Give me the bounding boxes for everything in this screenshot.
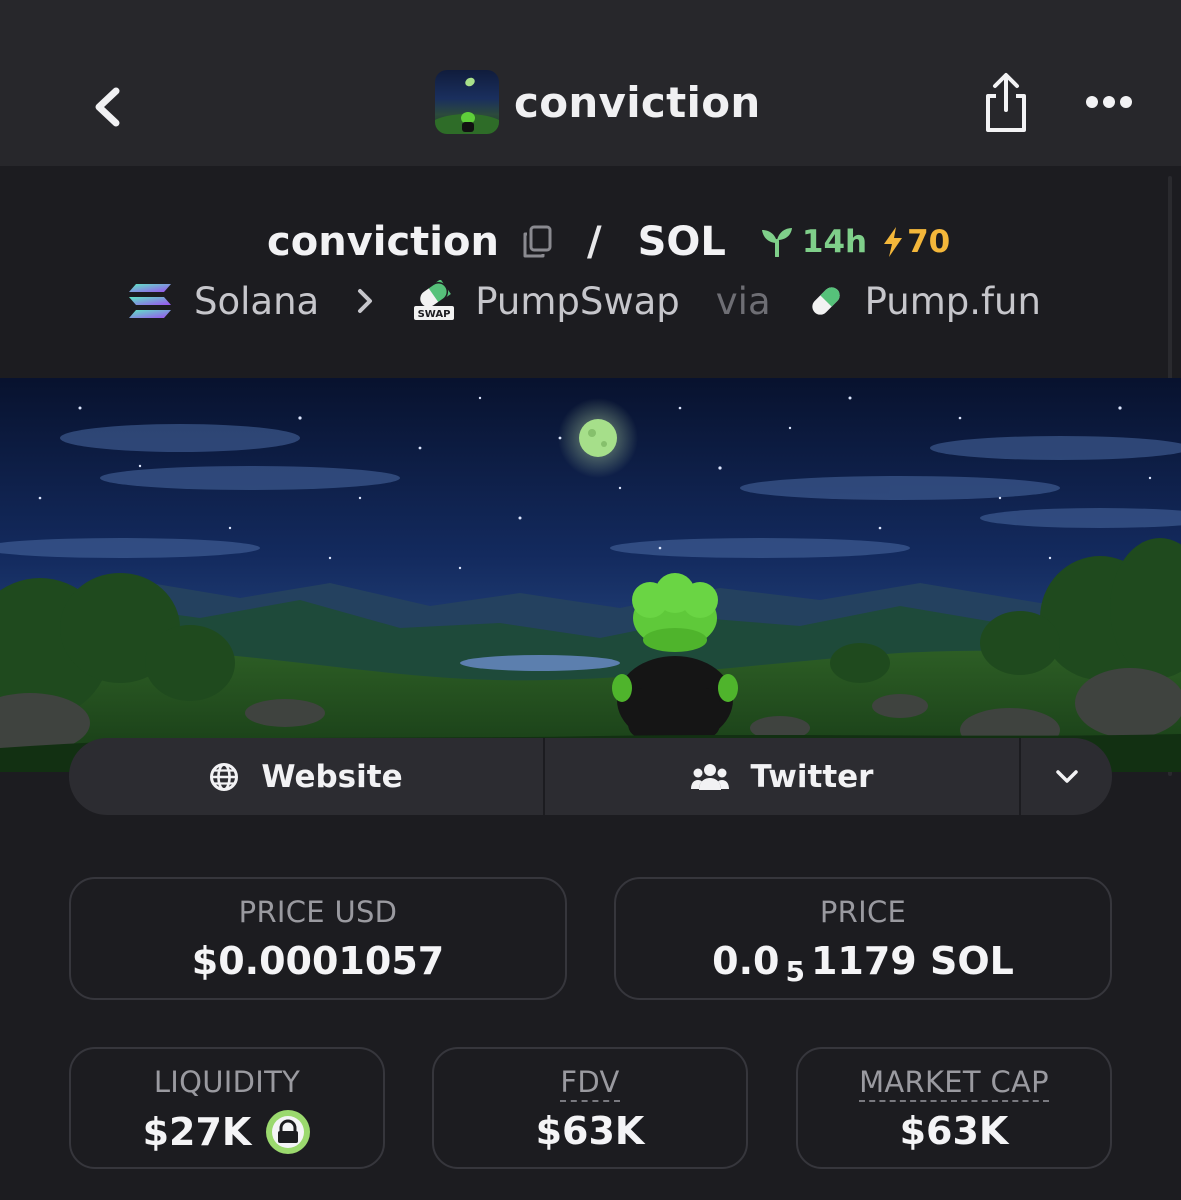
back-arrow-icon[interactable]	[80, 80, 134, 134]
liquidity-card: LIQUIDITY $27K	[69, 1047, 385, 1169]
pair-age-text: 14h	[801, 224, 868, 260]
price-native-value: 0.0 5 1179 SOL	[616, 939, 1110, 988]
token-pair-screen: conviction conviction / SOL 14h 70 Solan…	[0, 0, 1181, 1200]
market-cap-label[interactable]: MARKET CAP	[859, 1065, 1049, 1102]
swap-badge-text: SWAP	[418, 309, 451, 320]
market-cap-card: MARKET CAP $63K	[796, 1047, 1112, 1169]
top-nav-bar: conviction	[0, 0, 1181, 166]
chevron-right-icon	[358, 289, 373, 313]
solana-icon	[129, 284, 171, 318]
price-prefix: 0.0	[712, 939, 780, 983]
launchpad-name[interactable]: Pump.fun	[865, 280, 1041, 323]
users-icon	[690, 763, 729, 790]
pair-name-row: conviction / SOL 14h 70	[267, 214, 950, 270]
fdv-card: FDV $63K	[432, 1047, 748, 1169]
price-native-label: PRICE	[819, 895, 907, 929]
price-zero-count: 5	[785, 954, 805, 988]
website-link-label: Website	[261, 758, 403, 795]
quote-token-symbol: SOL	[637, 219, 726, 265]
token-banner-image	[0, 378, 1181, 772]
dex-name[interactable]: PumpSwap	[475, 280, 680, 323]
pair-age: 14h	[760, 224, 867, 260]
liquidity-label: LIQUIDITY	[153, 1065, 301, 1099]
lock-icon[interactable]	[265, 1109, 311, 1155]
swap-icon: SWAP	[414, 280, 455, 320]
social-links-bar: Website Twitter	[69, 738, 1112, 815]
pair-separator: /	[586, 219, 602, 265]
token-title: conviction	[435, 70, 761, 134]
boost-count[interactable]: 70	[881, 224, 950, 260]
sprout-icon	[761, 228, 792, 257]
price-native-card: PRICE 0.0 5 1179 SOL	[614, 877, 1112, 1000]
boost-count-text: 70	[907, 224, 951, 260]
liquidity-value: $27K	[142, 1110, 252, 1154]
bolt-icon	[884, 227, 903, 257]
price-suffix: 1179 SOL	[810, 939, 1014, 983]
pill-icon	[811, 287, 840, 315]
chain-dex-row: Solana SWAP PumpSwap via Pump.fun	[128, 276, 1041, 326]
globe-icon	[210, 762, 239, 791]
page-title: conviction	[514, 77, 761, 127]
pair-header	[0, 166, 1181, 378]
via-label: via	[715, 279, 771, 323]
chevron-down-icon	[1055, 769, 1078, 783]
price-usd-value: $0.0001057	[191, 939, 445, 983]
price-usd-card: PRICE USD $0.0001057	[69, 877, 567, 1000]
token-avatar	[435, 70, 499, 134]
market-cap-value: $63K	[899, 1109, 1009, 1153]
share-icon[interactable]	[980, 70, 1032, 134]
twitter-link-button[interactable]: Twitter	[545, 738, 1021, 815]
fdv-value: $63K	[535, 1109, 645, 1153]
twitter-link-label: Twitter	[750, 758, 874, 795]
chain-name[interactable]: Solana	[194, 280, 319, 323]
fdv-label[interactable]: FDV	[560, 1065, 620, 1102]
website-link-button[interactable]: Website	[69, 738, 545, 815]
more-links-dropdown[interactable]	[1021, 738, 1112, 815]
copy-icon[interactable]	[521, 225, 553, 259]
more-icon[interactable]	[1084, 88, 1134, 116]
base-token-symbol: conviction	[267, 219, 499, 265]
price-usd-label: PRICE USD	[238, 895, 398, 929]
